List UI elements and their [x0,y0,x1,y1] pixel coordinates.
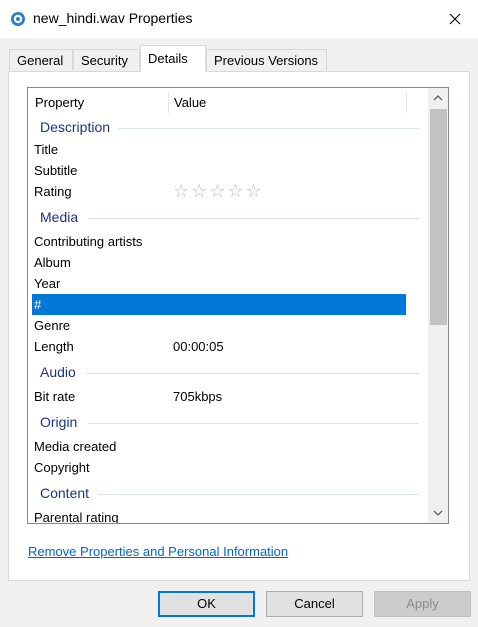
scroll-down-button[interactable] [428,503,448,523]
property-name: Bit rate [34,389,76,404]
property-name: Title [34,142,59,157]
tab-security[interactable]: Security [73,49,140,70]
list-item[interactable]: Title [32,139,406,160]
title-bar: new_hindi.wav Properties [0,0,478,38]
vertical-scrollbar[interactable] [428,88,448,523]
column-header-value[interactable]: Value [174,88,206,117]
cancel-button[interactable]: Cancel [266,591,363,617]
media-file-icon [11,12,25,26]
list-item[interactable]: Copyright [32,457,406,478]
properties-list[interactable]: Property Value Description Title Subtitl… [27,87,449,524]
rating-stars[interactable]: ☆☆☆☆☆ [173,181,264,202]
property-name: Copyright [34,460,90,475]
list-item[interactable]: Subtitle [32,160,406,181]
list-item[interactable]: Year [32,273,406,294]
list-item[interactable]: Rating ☆☆☆☆☆ [32,181,406,202]
property-value: 00:00:05 [173,339,224,354]
group-divider [88,423,419,424]
list-item[interactable]: Genre [32,315,406,336]
group-label: Content [40,485,96,501]
close-icon [449,13,461,25]
remove-properties-link[interactable]: Remove Properties and Personal Informati… [28,544,288,559]
property-name: Parental rating [34,510,119,524]
tab-details[interactable]: Details [140,45,206,72]
group-label: Origin [40,414,84,430]
details-panel: Property Value Description Title Subtitl… [8,71,470,581]
group-label: Audio [40,364,82,380]
scroll-up-button[interactable] [428,88,448,108]
property-name: Contributing artists [34,234,143,249]
group-divider [88,218,419,219]
column-separator[interactable] [406,92,407,113]
scroll-thumb[interactable] [430,109,447,325]
list-header: Property Value [28,88,427,117]
list-item[interactable]: Album [32,252,406,273]
apply-button[interactable]: Apply [374,591,471,617]
group-header-audio: Audio [28,362,427,384]
group-header-origin: Origin [28,412,427,434]
group-header-content: Content [28,483,427,505]
property-name: Media created [34,439,117,454]
group-divider [86,373,419,374]
property-name: # [34,297,42,312]
close-button[interactable] [432,0,478,38]
property-name: Genre [34,318,71,333]
property-value: 705kbps [173,389,223,404]
list-item[interactable]: Length 00:00:05 [32,336,406,357]
chevron-up-icon [433,95,443,101]
ok-button[interactable]: OK [158,591,255,617]
list-item[interactable]: Contributing artists [32,231,406,252]
list-item-selected[interactable]: # [32,294,406,315]
list-item[interactable]: Bit rate 705kbps [32,386,406,407]
property-name: Rating [34,184,72,199]
tab-general[interactable]: General [9,49,73,70]
group-divider [98,494,419,495]
group-divider [118,128,419,129]
column-separator[interactable] [168,92,169,113]
group-header-description: Description [28,117,427,139]
property-name: Length [34,339,74,354]
list-item[interactable]: Media created [32,436,406,457]
list-item[interactable]: Parental rating [32,507,406,524]
window-title: new_hindi.wav Properties [33,10,193,26]
property-name: Subtitle [34,163,78,178]
group-header-media: Media [28,207,427,229]
property-name: Album [34,255,71,270]
property-name: Year [34,276,61,291]
chevron-down-icon [433,510,443,516]
group-label: Description [40,119,117,135]
group-label: Media [40,209,85,225]
column-header-property[interactable]: Property [35,88,84,117]
tab-previous-versions[interactable]: Previous Versions [206,49,327,70]
